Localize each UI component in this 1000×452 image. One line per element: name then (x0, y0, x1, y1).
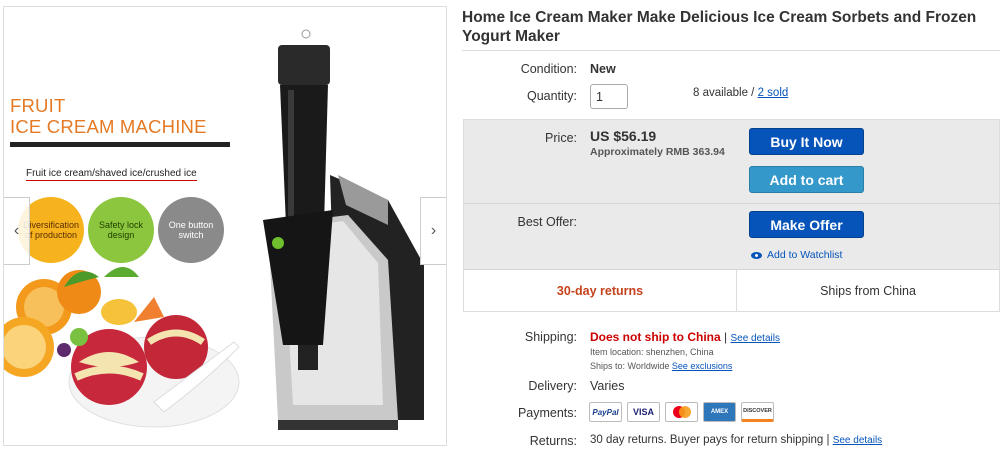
eye-icon (751, 251, 762, 259)
delivery-value: Varies (590, 379, 625, 393)
quantity-input[interactable] (590, 84, 628, 109)
returns-badge: 30-day returns (556, 284, 644, 298)
shipping-value: Does not ship to China | See details (590, 330, 780, 344)
add-to-cart-button[interactable]: Add to cart (749, 166, 864, 193)
promo-title-line1: FRUIT (10, 95, 66, 116)
price-value: US $56.19 (590, 128, 657, 144)
divider (463, 203, 1000, 204)
promo-subtitle: Fruit ice cream/shaved ice/crushed ice (26, 168, 197, 181)
delivery-label: Delivery: (528, 379, 577, 393)
availability: 8 available / 2 sold (693, 87, 788, 99)
returns-label: Returns: (529, 434, 577, 448)
fruit-dessert-illustration (4, 267, 240, 428)
ships-to: Ships to: Worldwide See exclusions (590, 361, 732, 371)
ships-to-text: Ships to: Worldwide (590, 361, 672, 371)
best-offer-label: Best Offer: (517, 215, 577, 229)
separator: | (720, 330, 731, 344)
item-location: Item location: shenzhen, China (590, 347, 714, 357)
returns-policy: 30 day returns. Buyer pays for return sh… (590, 434, 833, 446)
promo-title-line2: ICE CREAM MACHINE (10, 116, 207, 137)
ice-cream-machine-image (263, 29, 424, 430)
mastercard-icon (665, 402, 698, 422)
returns-details-link[interactable]: See details (833, 435, 882, 446)
shipping-label: Shipping: (524, 330, 577, 344)
next-image-button[interactable]: › (420, 197, 446, 265)
ships-from-badge: Ships from China (820, 284, 916, 298)
product-title: Home Ice Cream Maker Make Delicious Ice … (462, 9, 977, 45)
buy-it-now-button[interactable]: Buy It Now (749, 128, 864, 155)
payments-label: Payments: (517, 406, 577, 420)
make-offer-button[interactable]: Make Offer (749, 211, 864, 238)
sold-link[interactable]: 2 sold (758, 87, 789, 99)
quantity-label: Quantity: (526, 89, 577, 103)
divider (462, 50, 1000, 51)
prev-image-button[interactable]: ‹ (4, 197, 30, 265)
available-count: 8 available / (693, 87, 758, 99)
promo-divider (10, 142, 230, 147)
watchlist-label: Add to Watchlist (767, 249, 843, 261)
payment-methods: PayPal VISA AMEX DISCOVER (589, 402, 774, 422)
add-to-watchlist-link[interactable]: Add to Watchlist (751, 249, 842, 261)
returns-value: 30 day returns. Buyer pays for return sh… (590, 434, 882, 446)
shipping-details-link[interactable]: See details (730, 333, 779, 344)
condition-value: New (590, 62, 616, 76)
product-image-gallery[interactable]: FRUIT ICE CREAM MACHINE Fruit ice cream/… (3, 6, 447, 446)
paypal-icon: PayPal (589, 402, 622, 422)
price-label: Price: (545, 131, 577, 145)
visa-icon: VISA (627, 402, 660, 422)
promo-title: FRUIT ICE CREAM MACHINE (10, 95, 207, 137)
see-exclusions-link[interactable]: See exclusions (672, 361, 733, 371)
condition-label: Condition: (520, 62, 577, 76)
amex-icon: AMEX (703, 402, 736, 422)
price-approx: Approximately RMB 363.94 (590, 146, 725, 158)
promo-image: FRUIT ICE CREAM MACHINE Fruit ice cream/… (4, 7, 242, 445)
discover-icon: DISCOVER (741, 402, 774, 422)
shipping-status: Does not ship to China (590, 330, 721, 344)
